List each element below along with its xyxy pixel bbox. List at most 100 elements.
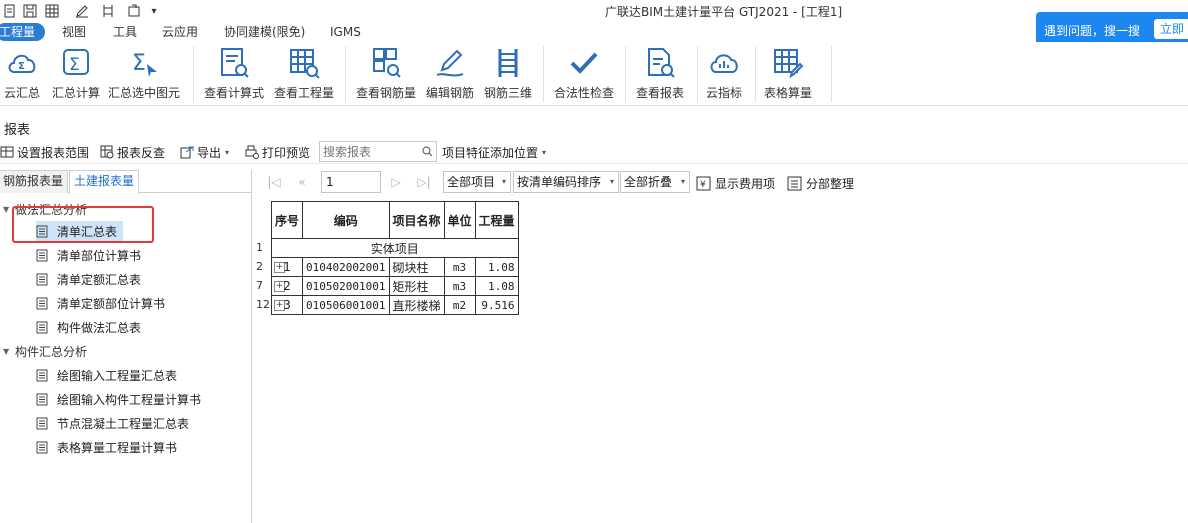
rebar-icon[interactable] bbox=[98, 2, 118, 20]
first-page-icon[interactable]: |◁ bbox=[266, 174, 282, 190]
cell-unit[interactable]: m3 bbox=[443, 257, 476, 277]
page-number-input[interactable]: 1 bbox=[321, 171, 381, 193]
view-rebar-button[interactable]: 查看钢筋量 bbox=[356, 44, 416, 102]
chevron-down-icon: ▾ bbox=[225, 147, 230, 157]
save-icon[interactable] bbox=[20, 2, 40, 20]
view-formula-button[interactable]: 查看计算式 bbox=[204, 44, 264, 102]
document-icon bbox=[36, 297, 48, 309]
edit-icon[interactable] bbox=[72, 2, 92, 20]
report-reverse-check-label: 报表反查 bbox=[117, 145, 166, 160]
grid-icon[interactable] bbox=[42, 2, 62, 20]
tab-rebar-report[interactable]: 钢筋报表量 bbox=[0, 170, 69, 193]
tab-civil-report[interactable]: 土建报表量 bbox=[69, 170, 140, 194]
organize-button[interactable]: 分部整理 bbox=[787, 174, 854, 192]
row-number: 2 bbox=[256, 260, 263, 273]
cell-unit[interactable]: m3 bbox=[443, 276, 476, 296]
header-quantity: 工程量 bbox=[474, 201, 519, 239]
cell-quantity[interactable]: 1.08 bbox=[474, 276, 519, 296]
check-icon bbox=[570, 52, 598, 74]
document-icon bbox=[36, 249, 48, 261]
tree-item-bill-quota-location-calc[interactable]: 清单定额部位计算书 bbox=[36, 293, 171, 313]
tab-cloud-apps[interactable]: 云应用 bbox=[162, 23, 198, 41]
validity-check-button[interactable]: 合法性检查 bbox=[554, 44, 614, 102]
edit-rebar-button[interactable]: 编辑钢筋 bbox=[426, 44, 474, 102]
export-icon[interactable] bbox=[124, 2, 144, 20]
sum-selected-button[interactable]: Σ 汇总选中图元 bbox=[108, 44, 180, 102]
table-calc-button[interactable]: 表格算量 bbox=[764, 44, 812, 102]
tree-item-label: 绘图输入构件工程量计算书 bbox=[57, 392, 202, 407]
print-preview-button[interactable]: 打印预览 bbox=[245, 143, 310, 161]
report-table: 序号 编码 项目名称 单位 工程量 实体项目 1 010402002001 砌块… bbox=[270, 201, 519, 315]
cloud-sum-button[interactable]: Σ 云汇总 bbox=[4, 44, 40, 102]
cell-seq[interactable]: 2 bbox=[270, 276, 304, 296]
set-report-range-button[interactable]: 设置报表范围 bbox=[0, 143, 89, 161]
row-number: 12 bbox=[256, 298, 270, 311]
report-search-input[interactable] bbox=[320, 142, 416, 161]
cell-name[interactable]: 矩形柱 bbox=[388, 276, 445, 296]
new-icon[interactable] bbox=[0, 2, 20, 20]
view-quantity-button[interactable]: 查看工程量 bbox=[274, 44, 334, 102]
feature-position-dropdown[interactable]: 项目特征添加位置 ▾ bbox=[442, 143, 546, 161]
dropdown-icon[interactable]: ▾ bbox=[144, 2, 164, 20]
cell-name[interactable]: 直形楼梯 bbox=[388, 295, 445, 315]
tree-item-drawing-quantity-summary[interactable]: 绘图输入工程量汇总表 bbox=[36, 365, 183, 385]
cell-quantity[interactable]: 1.08 bbox=[474, 257, 519, 277]
view-report-button[interactable]: 查看报表 bbox=[636, 44, 684, 102]
collapse-icon[interactable]: ▼ bbox=[3, 347, 15, 356]
tree-item-bill-location-calc[interactable]: 清单部位计算书 bbox=[36, 245, 147, 265]
next-page-icon[interactable]: ▷ bbox=[388, 174, 404, 190]
cell-code[interactable]: 010402002001 bbox=[302, 257, 390, 277]
cell-quantity[interactable]: 9.516 bbox=[474, 295, 519, 315]
cell-code[interactable]: 010502001001 bbox=[302, 276, 390, 296]
tree-item-node-concrete-summary[interactable]: 节点混凝土工程量汇总表 bbox=[36, 413, 195, 433]
cell-seq[interactable]: 1 bbox=[270, 257, 304, 277]
cloud-sum-icon: Σ bbox=[8, 54, 36, 73]
sort-value: 按清单编码排序 bbox=[517, 175, 602, 189]
header-seq: 序号 bbox=[270, 201, 304, 239]
scope-dropdown[interactable]: 全部项目 ▾ bbox=[443, 171, 511, 193]
cell-code[interactable]: 010506001001 bbox=[302, 295, 390, 315]
view-quantity-icon bbox=[290, 49, 320, 79]
cell-name[interactable]: 砌块柱 bbox=[388, 257, 445, 277]
tab-igms[interactable]: IGMS bbox=[330, 23, 361, 41]
tab-tools[interactable]: 工具 bbox=[113, 23, 137, 41]
sum-calc-button[interactable]: Σ 汇总计算 bbox=[52, 44, 100, 102]
show-cost-button[interactable]: ¥ 显示费用项 bbox=[696, 174, 775, 192]
rebar-3d-button[interactable]: 钢筋三维 bbox=[484, 44, 532, 102]
table-calc-icon bbox=[774, 49, 804, 79]
view-formula-icon bbox=[221, 48, 249, 78]
fold-dropdown[interactable]: 全部折叠 ▾ bbox=[620, 171, 690, 193]
tab-collab-modeling[interactable]: 协同建模(限免) bbox=[224, 23, 305, 41]
help-search-button[interactable]: 立即 bbox=[1154, 19, 1188, 39]
sum-selected-icon: Σ bbox=[132, 51, 157, 77]
tree-item-component-method-summary[interactable]: 构件做法汇总表 bbox=[36, 317, 147, 337]
ribbon: Σ 云汇总 Σ 汇总计算 Σ 汇总选中图元 查看计算式 查看工程量 查看钢筋量 … bbox=[0, 42, 1188, 106]
yen-icon: ¥ bbox=[696, 176, 711, 190]
tree-item-bill-quota-summary[interactable]: 清单定额汇总表 bbox=[36, 269, 147, 289]
sort-dropdown[interactable]: 按清单编码排序 ▾ bbox=[513, 171, 619, 193]
tree-item-drawing-component-calc[interactable]: 绘图输入构件工程量计算书 bbox=[36, 389, 207, 409]
search-icon[interactable] bbox=[422, 146, 433, 157]
tab-quantity[interactable]: 工程量 bbox=[0, 23, 46, 41]
tree-item-label: 清单定额部位计算书 bbox=[57, 296, 166, 311]
prev-page-icon[interactable]: « bbox=[294, 174, 310, 190]
export-button[interactable]: 导出 ▾ bbox=[180, 143, 229, 161]
ribbon-label: 查看钢筋量 bbox=[356, 86, 417, 100]
last-page-icon[interactable]: ▷| bbox=[416, 174, 432, 190]
help-search-text[interactable]: 遇到问题，搜一搜 bbox=[1044, 22, 1140, 39]
organize-label: 分部整理 bbox=[806, 176, 855, 191]
tab-view[interactable]: 视图 bbox=[62, 23, 86, 41]
tree-group-component-summary[interactable]: ▼ 构件汇总分析 bbox=[3, 342, 87, 360]
cell-unit[interactable]: m2 bbox=[443, 295, 476, 315]
rebar-3d-icon bbox=[498, 49, 518, 77]
report-reverse-check-button[interactable]: 报表反查 bbox=[100, 143, 165, 161]
document-icon bbox=[36, 369, 48, 381]
ribbon-label: 查看报表 bbox=[636, 86, 685, 100]
fold-value: 全部折叠 bbox=[624, 175, 673, 189]
section-label[interactable]: 实体项目 bbox=[271, 238, 519, 258]
cell-seq[interactable]: 3 bbox=[270, 295, 304, 315]
document-icon bbox=[36, 321, 48, 333]
feature-position-label: 项目特征添加位置 bbox=[442, 145, 539, 160]
cloud-index-button[interactable]: 云指标 bbox=[706, 44, 742, 102]
tree-item-table-calc-book[interactable]: 表格算量工程量计算书 bbox=[36, 437, 183, 457]
